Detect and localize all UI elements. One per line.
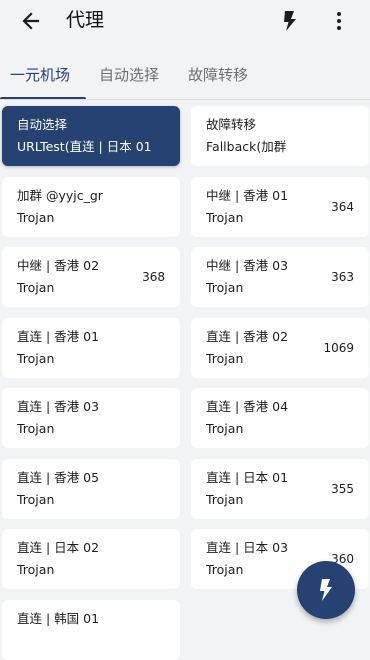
proxy-type: Trojan bbox=[206, 492, 244, 507]
proxy-card[interactable]: 中继 | 香港 02 Trojan 368 bbox=[2, 247, 180, 307]
proxy-card[interactable]: 直连 | 韩国 01 bbox=[2, 600, 180, 660]
proxy-type: Trojan bbox=[206, 562, 244, 577]
proxy-latency: 368 bbox=[142, 270, 165, 284]
proxy-type: URLTest(直连 | 日本 01 bbox=[17, 139, 152, 154]
proxy-name: 直连 | 香港 01 bbox=[17, 329, 100, 344]
proxy-card[interactable]: 直连 | 香港 02 Trojan 1069 bbox=[191, 318, 369, 378]
proxy-name: 直连 | 韩国 01 bbox=[17, 611, 100, 626]
page-title: 代理 bbox=[66, 9, 105, 31]
proxy-name: 直连 | 香港 02 bbox=[206, 329, 289, 344]
proxy-name: 故障转移 bbox=[206, 117, 257, 132]
proxy-type: Trojan bbox=[206, 421, 244, 436]
proxy-latency: 1069 bbox=[323, 341, 354, 355]
arrow-back-icon[interactable] bbox=[18, 8, 44, 34]
proxy-type: Trojan bbox=[17, 351, 55, 366]
proxy-card[interactable]: 直连 | 日本 02 Trojan bbox=[2, 529, 180, 589]
proxy-card[interactable]: 中继 | 香港 01 Trojan 364 bbox=[191, 177, 369, 237]
latency-test-button[interactable] bbox=[297, 561, 355, 619]
lightning-bolt-icon bbox=[320, 579, 332, 601]
proxy-type: Fallback(加群 bbox=[206, 139, 287, 154]
proxy-card[interactable]: 直连 | 香港 01 Trojan bbox=[2, 318, 180, 378]
proxy-name: 中继 | 香港 03 bbox=[206, 258, 289, 273]
group-tabs: 一元机场 自动选择 故障转移 bbox=[0, 52, 370, 100]
proxy-card[interactable]: 加群 @yyjc_gr Trojan bbox=[2, 177, 180, 237]
proxy-card[interactable]: 直连 | 香港 03 Trojan bbox=[2, 388, 180, 448]
proxy-latency: 364 bbox=[331, 200, 354, 214]
app-bar: 代理 bbox=[0, 0, 370, 44]
proxy-name: 直连 | 香港 04 bbox=[206, 399, 289, 414]
proxy-type: Trojan bbox=[206, 280, 244, 295]
proxy-type: Trojan bbox=[17, 280, 55, 295]
proxy-type: Trojan bbox=[17, 210, 55, 225]
proxy-card[interactable]: 直连 | 香港 05 Trojan bbox=[2, 459, 180, 519]
proxy-card[interactable]: 故障转移 Fallback(加群 bbox=[191, 106, 369, 166]
proxy-type: Trojan bbox=[206, 351, 244, 366]
proxy-type: Trojan bbox=[17, 492, 55, 507]
proxy-card[interactable]: 自动选择 URLTest(直连 | 日本 01 bbox=[2, 106, 180, 166]
tabs-divider bbox=[0, 99, 370, 100]
proxy-name: 中继 | 香港 02 bbox=[17, 258, 100, 273]
tab-yiyuan-jichang[interactable]: 一元机场 bbox=[10, 64, 70, 86]
lightning-bolt-icon[interactable] bbox=[279, 9, 301, 33]
proxy-latency: 355 bbox=[331, 482, 354, 496]
tab-auto-select[interactable]: 自动选择 bbox=[99, 64, 159, 86]
proxy-card[interactable]: 中继 | 香港 03 Trojan 363 bbox=[191, 247, 369, 307]
proxy-name: 加群 @yyjc_gr bbox=[17, 188, 103, 203]
proxy-latency: 363 bbox=[331, 270, 354, 284]
proxy-name: 直连 | 日本 02 bbox=[17, 540, 100, 555]
proxy-name: 自动选择 bbox=[17, 117, 68, 132]
proxy-name: 直连 | 日本 03 bbox=[206, 540, 289, 555]
proxy-card[interactable]: 直连 | 香港 04 Trojan bbox=[191, 388, 369, 448]
proxy-name: 直连 | 日本 01 bbox=[206, 470, 289, 485]
proxy-name: 直连 | 香港 03 bbox=[17, 399, 100, 414]
more-vert-icon[interactable] bbox=[328, 9, 350, 33]
proxy-name: 中继 | 香港 01 bbox=[206, 188, 289, 203]
proxy-name: 直连 | 香港 05 bbox=[17, 470, 100, 485]
proxy-type: Trojan bbox=[206, 210, 244, 225]
proxy-card[interactable]: 直连 | 日本 01 Trojan 355 bbox=[191, 459, 369, 519]
tab-fallback[interactable]: 故障转移 bbox=[188, 64, 248, 86]
proxy-type: Trojan bbox=[17, 562, 55, 577]
proxy-type: Trojan bbox=[17, 421, 55, 436]
